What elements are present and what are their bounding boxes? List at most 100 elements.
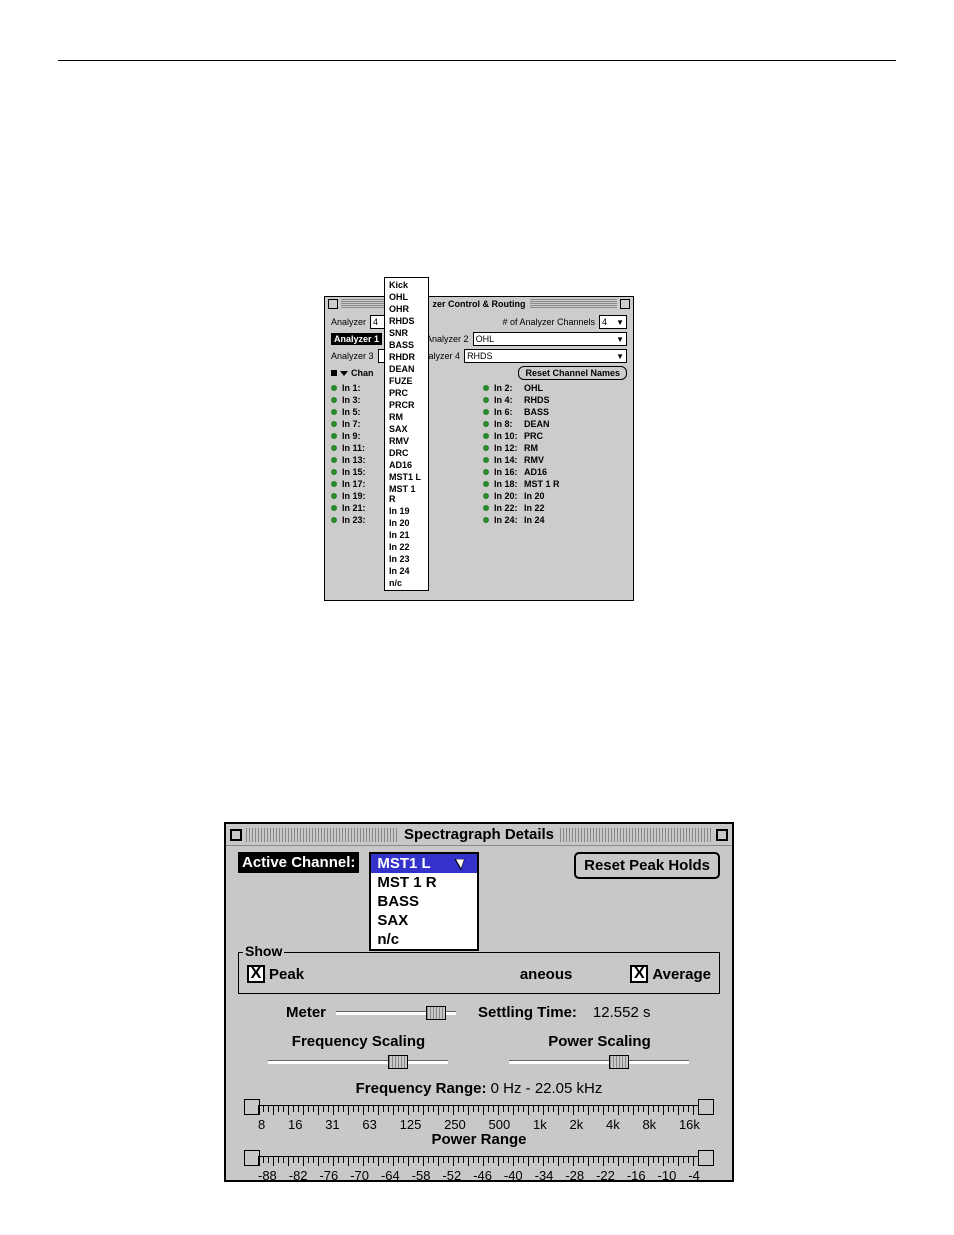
channel-row[interactable]: In 14:RMV [483, 455, 627, 465]
dropdown-item[interactable]: DRC [385, 447, 428, 459]
num-channels-select[interactable]: 4▼ [599, 315, 627, 329]
active-channel-option[interactable]: MST1 L [371, 854, 477, 873]
dropdown-item[interactable]: FUZE [385, 375, 428, 387]
channel-row[interactable]: In 22:In 22 [483, 503, 627, 513]
cursor-icon [457, 856, 469, 872]
show-group: Show XPeak aneous XAverage [238, 952, 720, 994]
settling-time-value: 12.552 s [593, 1004, 651, 1021]
channel-row[interactable]: In 18:MST 1 R [483, 479, 627, 489]
close-icon[interactable] [230, 829, 242, 841]
freq-scaling-slider[interactable] [268, 1054, 448, 1070]
status-dot-icon [331, 469, 337, 475]
reset-peak-holds-button[interactable]: Reset Peak Holds [574, 852, 720, 879]
status-dot-icon [483, 421, 489, 427]
dropdown-item[interactable]: In 20 [385, 517, 428, 529]
analyzer2-select[interactable]: OHL▼ [473, 332, 627, 346]
power-scaling-slider[interactable] [509, 1054, 689, 1070]
status-dot-icon [331, 505, 337, 511]
channel-row[interactable]: In 20:In 20 [483, 491, 627, 501]
dropdown-item[interactable]: In 23 [385, 553, 428, 565]
instantaneous-label-fragment: aneous [520, 966, 573, 983]
active-channel-option[interactable]: BASS [371, 892, 477, 911]
peak-checkbox[interactable]: XPeak [247, 965, 304, 983]
window-title: zer Control & Routing [429, 299, 530, 309]
reset-channel-names-button[interactable]: Reset Channel Names [518, 366, 627, 380]
freq-range-slider[interactable]: 81631631252505001k2k4k8k16k [244, 1099, 714, 1127]
dropdown-item[interactable]: RM [385, 411, 428, 423]
channel-row[interactable]: In 12:RM [483, 443, 627, 453]
status-dot-icon [483, 409, 489, 415]
spectragraph-details-window: Spectragraph Details Active Channel: MST… [224, 822, 734, 1182]
settling-time-label: Settling Time: [478, 1004, 577, 1021]
dropdown-item[interactable]: MST 1 R [385, 483, 428, 505]
status-dot-icon [331, 517, 337, 523]
dropdown-item[interactable]: RHDS [385, 315, 428, 327]
analyzer4-select[interactable]: RHDS▼ [464, 349, 627, 363]
titlebar[interactable]: zer Control & Routing [325, 297, 633, 311]
dropdown-item[interactable]: Kick [385, 279, 428, 291]
status-dot-icon [331, 409, 337, 415]
dropdown-item[interactable]: OHR [385, 303, 428, 315]
analyzer2-label: Analyzer 2 [426, 334, 469, 344]
status-dot-icon [483, 445, 489, 451]
dropdown-item[interactable]: In 21 [385, 529, 428, 541]
dropdown-item[interactable]: PRC [385, 387, 428, 399]
dropdown-item[interactable]: SAX [385, 423, 428, 435]
dropdown-item[interactable]: n/c [385, 577, 428, 589]
channel-dropdown[interactable]: KickOHLOHRRHDSSNRBASSRHDRDEANFUZEPRCPRCR… [384, 277, 429, 591]
active-channel-option[interactable]: n/c [371, 930, 477, 949]
chevron-down-icon [340, 371, 348, 376]
dropdown-item[interactable]: In 24 [385, 565, 428, 577]
meter-label: Meter [286, 1004, 326, 1021]
status-dot-icon [483, 517, 489, 523]
status-dot-icon [483, 397, 489, 403]
chan-disclosure[interactable]: Chan [331, 368, 374, 378]
dropdown-item[interactable]: RMV [385, 435, 428, 447]
status-dot-icon [483, 469, 489, 475]
close-icon[interactable] [328, 299, 338, 309]
active-channel-label: Active Channel: [238, 852, 359, 873]
dropdown-item[interactable]: AD16 [385, 459, 428, 471]
dropdown-item[interactable]: PRCR [385, 399, 428, 411]
dropdown-item[interactable]: BASS [385, 339, 428, 351]
status-dot-icon [331, 493, 337, 499]
status-dot-icon [331, 445, 337, 451]
power-range-slider[interactable]: -88-82-76-70-64-58-52-46-40-34-28-22-16-… [244, 1150, 714, 1178]
active-channel-select[interactable]: MST1 LMST 1 RBASSSAXn/c [369, 852, 479, 951]
channel-row[interactable]: In 2:OHL [483, 383, 627, 393]
average-checkbox[interactable]: XAverage [630, 965, 711, 983]
zoom-icon[interactable] [716, 829, 728, 841]
show-legend: Show [243, 943, 284, 959]
titlebar[interactable]: Spectragraph Details [226, 824, 732, 846]
status-dot-icon [331, 397, 337, 403]
status-dot-icon [483, 481, 489, 487]
active-channel-option[interactable]: MST 1 R [371, 873, 477, 892]
dropdown-item[interactable]: In 19 [385, 505, 428, 517]
window-title: Spectragraph Details [398, 826, 560, 843]
channel-row[interactable]: In 16:AD16 [483, 467, 627, 477]
dropdown-item[interactable]: RHDR [385, 351, 428, 363]
channel-row[interactable]: In 10:PRC [483, 431, 627, 441]
freq-range-value: 0 Hz - 22.05 kHz [491, 1080, 603, 1097]
dropdown-item[interactable]: SNR [385, 327, 428, 339]
dropdown-item[interactable]: DEAN [385, 363, 428, 375]
active-channel-option[interactable]: SAX [371, 911, 477, 930]
analyzer-control-window: zer Control & Routing Analyzer 4▼ # of A… [324, 296, 634, 601]
dropdown-item[interactable]: In 22 [385, 541, 428, 553]
status-dot-icon [331, 385, 337, 391]
power-range-label: Power Range [238, 1131, 720, 1148]
dropdown-item[interactable]: OHL [385, 291, 428, 303]
analyzer3-label: Analyzer 3 [331, 351, 374, 361]
channel-row[interactable]: In 8:DEAN [483, 419, 627, 429]
channel-row[interactable]: In 6:BASS [483, 407, 627, 417]
status-dot-icon [483, 493, 489, 499]
channel-row[interactable]: In 4:RHDS [483, 395, 627, 405]
status-dot-icon [331, 481, 337, 487]
status-dot-icon [483, 385, 489, 391]
meter-slider[interactable] [336, 1005, 456, 1021]
dropdown-item[interactable]: MST1 L [385, 471, 428, 483]
power-scaling-label: Power Scaling [548, 1033, 651, 1050]
zoom-icon[interactable] [620, 299, 630, 309]
analyzer1-label[interactable]: Analyzer 1 [331, 333, 382, 345]
channel-row[interactable]: In 24:In 24 [483, 515, 627, 525]
